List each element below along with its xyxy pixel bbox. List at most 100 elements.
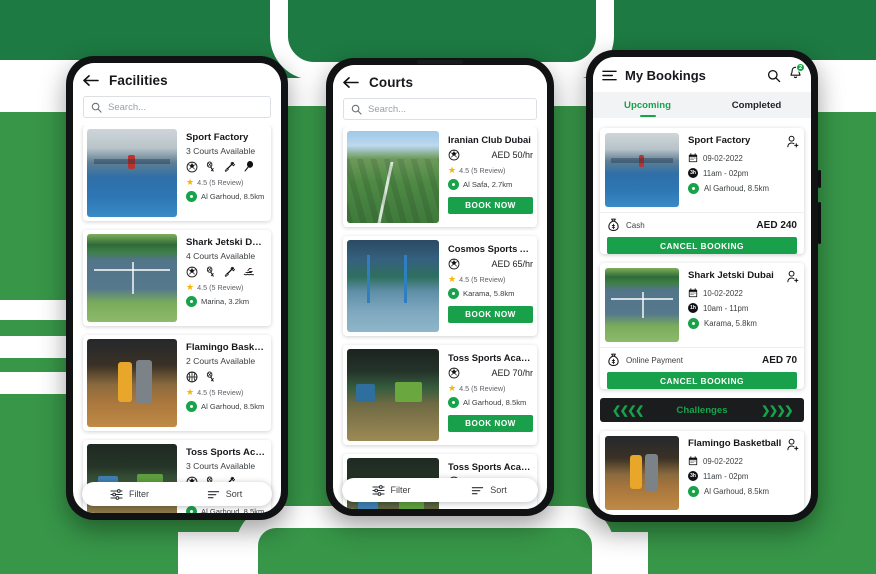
courts-screen: Courts Search... Iranian Club Dubai AED … bbox=[333, 65, 547, 509]
tab-upcoming[interactable]: Upcoming bbox=[593, 92, 702, 118]
book-now-button[interactable]: BOOK NOW bbox=[448, 306, 533, 323]
sport-icons bbox=[186, 161, 267, 173]
hamburger-icon[interactable] bbox=[602, 69, 617, 82]
location-text: Al Garhoud, 8.5km bbox=[201, 192, 265, 201]
list-item[interactable]: Flamingo Basketball 2 Courts Available ★… bbox=[83, 335, 271, 431]
calendar-icon bbox=[688, 153, 698, 163]
book-now-button[interactable]: BOOK NOW bbox=[448, 197, 533, 214]
challenges-label: Challenges bbox=[676, 404, 728, 416]
star-icon: ★ bbox=[448, 165, 457, 175]
filter-button[interactable]: Filter bbox=[82, 488, 177, 501]
list-item[interactable]: Shark Jetski Dubai 4 Courts Available ★ … bbox=[83, 230, 271, 326]
booking-venue-name: Shark Jetski Dubai bbox=[688, 270, 774, 281]
facility-courts: 4 Courts Available bbox=[186, 251, 256, 261]
court-name: Toss Sports Academ... bbox=[448, 461, 533, 472]
booking-photo bbox=[605, 268, 679, 342]
rating: ★ 4.5 (5 Review) bbox=[448, 275, 533, 285]
booking-card[interactable]: Flamingo Basketball 09-02-2022 3h 11am -… bbox=[600, 431, 804, 515]
list-item[interactable]: Sport Factory 3 Courts Available ★ 4.5 (… bbox=[83, 125, 271, 221]
arrow-left-icon[interactable] bbox=[343, 76, 360, 89]
court-price: AED 50/hr bbox=[491, 150, 533, 160]
star-icon: ★ bbox=[448, 383, 457, 393]
tab-completed[interactable]: Completed bbox=[702, 92, 811, 118]
star-icon: ★ bbox=[186, 177, 195, 187]
football-icon bbox=[448, 367, 460, 379]
sliders-icon bbox=[371, 484, 385, 497]
court-name: Toss Sports Academ... bbox=[448, 352, 533, 363]
rating: ★ 4.5 (5 Review) bbox=[186, 177, 267, 188]
bookings-screen: My Bookings 2 Upcoming Completed Sport F… bbox=[593, 57, 811, 515]
booking-amount: AED 240 bbox=[756, 219, 797, 231]
rating-text: 4.5 (5 Review) bbox=[459, 384, 506, 393]
search-input[interactable]: Search... bbox=[83, 96, 271, 118]
search-icon[interactable] bbox=[767, 69, 781, 83]
cancel-booking-button[interactable]: CANCEL BOOKING bbox=[607, 372, 797, 389]
rating-text: 4.5 (5 Review) bbox=[459, 166, 506, 175]
badminton-icon bbox=[205, 371, 217, 383]
facilities-screen: Facilities Search... Sport Factory 3 Cou… bbox=[73, 63, 281, 513]
chevron-left-icon[interactable]: ❮❮❮❮ bbox=[612, 404, 644, 417]
location: Karama, 5.8km bbox=[448, 288, 533, 299]
facilities-list[interactable]: Sport Factory 3 Courts Available ★ 4.5 (… bbox=[73, 125, 281, 513]
duration-icon: 3h bbox=[688, 471, 698, 481]
booking-date-text: 09-02-2022 bbox=[703, 153, 743, 163]
money-bag-icon bbox=[607, 218, 620, 232]
court-photo bbox=[347, 349, 439, 441]
sort-button[interactable]: Sort bbox=[177, 488, 272, 501]
payment-method: Online Payment bbox=[626, 355, 683, 365]
booking-photo bbox=[605, 436, 679, 510]
add-user-icon[interactable] bbox=[786, 438, 799, 451]
facility-photo bbox=[87, 129, 177, 217]
star-icon: ★ bbox=[186, 387, 195, 397]
challenges-banner[interactable]: ❮❮❮❮ Challenges ❯❯❯❯ bbox=[600, 398, 804, 422]
facility-name: Toss Sports Academy bbox=[186, 447, 267, 458]
booking-time-text: 11am - 02pm bbox=[703, 471, 749, 481]
add-user-icon[interactable] bbox=[786, 270, 799, 283]
booking-time-text: 10am - 11pm bbox=[703, 303, 749, 313]
book-now-button[interactable]: BOOK NOW bbox=[448, 415, 533, 432]
filter-button[interactable]: Filter bbox=[342, 484, 440, 497]
booking-payment-row: Online Payment AED 70 bbox=[600, 347, 804, 372]
booking-card[interactable]: Sport Factory 09-02-2022 3h 11am - 02pm … bbox=[600, 128, 804, 254]
bookings-list[interactable]: Sport Factory 09-02-2022 3h 11am - 02pm … bbox=[593, 121, 811, 515]
court-photo bbox=[347, 240, 439, 332]
calendar-icon bbox=[688, 288, 698, 298]
booking-card[interactable]: Shark Jetski Dubai 10-02-2022 1h 10am - … bbox=[600, 263, 804, 389]
search-icon bbox=[351, 104, 362, 115]
page-title: Courts bbox=[369, 75, 414, 90]
cancel-booking-button[interactable]: CANCEL BOOKING bbox=[607, 237, 797, 254]
chevron-right-icon[interactable]: ❯❯❯❯ bbox=[761, 404, 793, 417]
booking-venue-name: Sport Factory bbox=[688, 135, 751, 146]
calendar-icon bbox=[688, 456, 698, 466]
search-placeholder: Search... bbox=[368, 103, 407, 115]
location: Al Garhoud, 8.5km bbox=[186, 401, 267, 412]
sort-button[interactable]: Sort bbox=[440, 484, 538, 497]
duration-icon: 3h bbox=[688, 168, 698, 178]
facility-name: Sport Factory bbox=[186, 132, 249, 143]
location-pin-icon bbox=[448, 288, 459, 299]
arrow-left-icon[interactable] bbox=[83, 74, 100, 87]
notifications-button[interactable]: 2 bbox=[789, 63, 805, 85]
court-photo bbox=[347, 131, 439, 223]
facility-courts: 3 Courts Available bbox=[186, 461, 256, 471]
booking-venue-name: Flamingo Basketball bbox=[688, 438, 782, 449]
search-input[interactable]: Search... bbox=[343, 98, 537, 120]
courts-list[interactable]: Iranian Club Dubai AED 50/hr ★ 4.5 (5 Re… bbox=[333, 127, 547, 509]
court-price: AED 70/hr bbox=[491, 368, 533, 378]
booking-location: Al Garhoud, 8.5km bbox=[688, 486, 799, 497]
notification-badge: 2 bbox=[796, 63, 805, 72]
list-item[interactable]: Cosmos Sports Aca... AED 65/hr ★ 4.5 (5 … bbox=[343, 236, 537, 336]
add-user-icon[interactable] bbox=[786, 135, 799, 148]
list-item[interactable]: Toss Sports Academ... AED 70/hr ★ 4.5 (5… bbox=[343, 345, 537, 445]
football-icon bbox=[448, 149, 460, 161]
rating-text: 4.5 (5 Review) bbox=[197, 283, 244, 292]
rating: ★ 4.5 (5 Review) bbox=[186, 387, 267, 398]
court-name: Iranian Club Dubai bbox=[448, 134, 531, 145]
rating-text: 4.5 (5 Review) bbox=[197, 178, 244, 187]
list-item[interactable]: Iranian Club Dubai AED 50/hr ★ 4.5 (5 Re… bbox=[343, 127, 537, 227]
phone-courts: Courts Search... Iranian Club Dubai AED … bbox=[326, 58, 554, 516]
rating: ★ 4.5 (5 Review) bbox=[448, 383, 533, 394]
facility-name: Flamingo Basketball bbox=[186, 342, 267, 353]
booking-time: 1h 10am - 11pm bbox=[688, 303, 799, 313]
booking-date: 10-02-2022 bbox=[688, 288, 799, 298]
